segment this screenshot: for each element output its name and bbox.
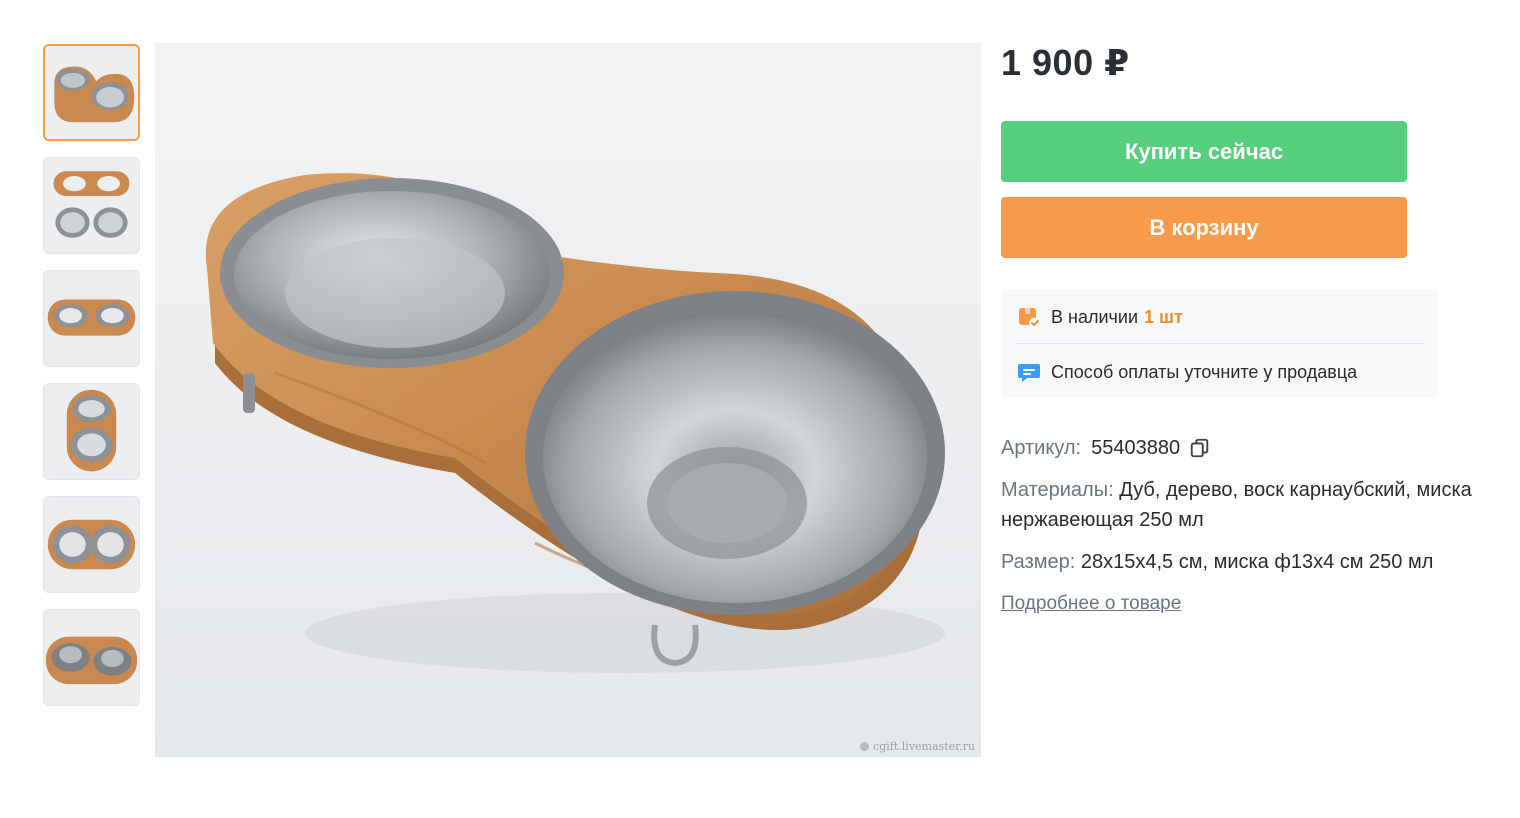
thumbnail-image bbox=[45, 46, 138, 139]
chat-bubble-icon bbox=[1018, 364, 1040, 382]
copy-icon[interactable] bbox=[1189, 437, 1211, 459]
sku-label: Артикул: bbox=[1001, 437, 1082, 459]
availability-box: В наличии 1 шт Способ оплаты уточните у … bbox=[1001, 289, 1438, 398]
thumbnail-5[interactable] bbox=[43, 496, 140, 593]
thumbnail-image bbox=[44, 497, 139, 592]
product-price: 1 900 ₽ bbox=[1001, 42, 1130, 83]
availability-label: В наличии bbox=[1051, 306, 1139, 327]
sku-value: 55403880 bbox=[1091, 437, 1181, 459]
product-photo bbox=[155, 43, 981, 757]
stock-count: 1 шт bbox=[1144, 306, 1183, 327]
watermark-logo-icon bbox=[860, 742, 870, 751]
main-product-image[interactable]: cgift.livemaster.ru bbox=[155, 43, 981, 757]
size-value: 28х15х4,5 см, миска ф13х4 см 250 мл bbox=[1080, 551, 1434, 573]
thumbnail-6[interactable] bbox=[43, 609, 140, 706]
buy-now-button[interactable]: Купить сейчас bbox=[1001, 121, 1407, 182]
sku-row: Артикул: 55403880 bbox=[1001, 433, 1501, 463]
thumbnail-1[interactable] bbox=[43, 44, 140, 141]
materials-label: Материалы: bbox=[1001, 479, 1114, 501]
thumbnail-3[interactable] bbox=[43, 270, 140, 367]
watermark-text: cgift.livemaster.ru bbox=[873, 740, 975, 753]
box-check-icon bbox=[1019, 308, 1041, 329]
availability-row: В наличии 1 шт bbox=[1017, 305, 1183, 329]
thumbnail-2[interactable] bbox=[43, 157, 140, 254]
more-details-link[interactable]: Подробнее о товаре bbox=[1001, 589, 1181, 619]
payment-row: Способ оплаты уточните у продавца bbox=[1017, 360, 1357, 384]
add-to-cart-button[interactable]: В корзину bbox=[1001, 197, 1407, 258]
thumbnail-image bbox=[44, 158, 139, 253]
divider bbox=[1017, 343, 1424, 344]
thumbnail-4[interactable] bbox=[43, 383, 140, 480]
materials-row: Материалы: Дуб, дерево, воск карнаубский… bbox=[1001, 475, 1501, 535]
size-label: Размер: bbox=[1001, 551, 1076, 573]
thumbnail-image bbox=[44, 610, 139, 705]
thumbnail-image bbox=[44, 271, 139, 366]
thumbnail-image bbox=[44, 384, 139, 479]
watermark: cgift.livemaster.ru bbox=[860, 740, 975, 753]
size-row: Размер: 28х15х4,5 см, миска ф13х4 см 250… bbox=[1001, 547, 1501, 577]
product-specs: Артикул: 55403880 Материалы: Дуб, дерево… bbox=[1001, 433, 1501, 619]
payment-text: Способ оплаты уточните у продавца bbox=[1051, 361, 1358, 382]
thumbnail-strip bbox=[43, 44, 142, 722]
